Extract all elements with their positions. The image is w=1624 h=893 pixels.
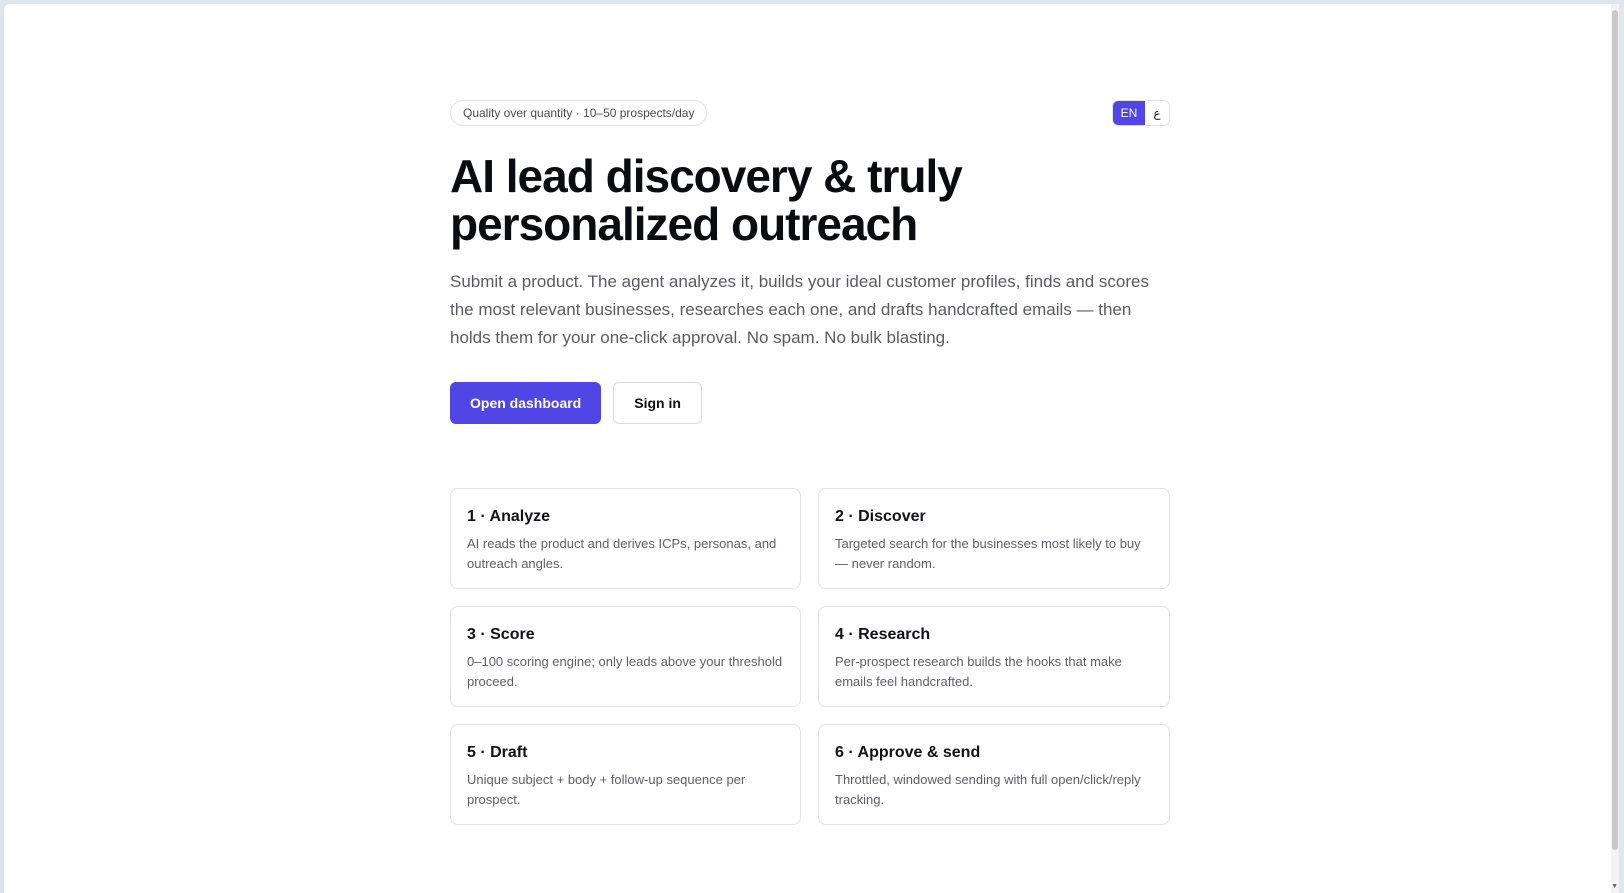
step-description: Targeted search for the businesses most … xyxy=(835,536,1141,571)
step-description: Throttled, windowed sending with full op… xyxy=(835,772,1141,807)
step-description: AI reads the product and derives ICPs, p… xyxy=(467,536,777,571)
step-card-analyze: 1 · Analyze AI reads the product and der… xyxy=(450,488,801,589)
scroll-down-arrow-icon[interactable]: ▼ xyxy=(1611,883,1618,891)
step-description: Unique subject + body + follow-up sequen… xyxy=(467,772,746,807)
step-card-research: 4 · Research Per-prospect research build… xyxy=(818,606,1170,707)
step-card-approve-send: 6 · Approve & send Throttled, windowed s… xyxy=(818,724,1170,825)
steps-grid: 1 · Analyze AI reads the product and der… xyxy=(450,488,1170,825)
hero-title: AI lead discovery & truly personalized o… xyxy=(450,150,963,250)
language-toggle: EN ع xyxy=(1112,100,1170,126)
tagline-badge: Quality over quantity · 10–50 prospects/… xyxy=(450,100,708,126)
step-title: 4 · Research xyxy=(835,626,931,643)
step-title: 3 · Score xyxy=(467,626,535,643)
scrollbar-thumb[interactable] xyxy=(1612,10,1618,850)
open-dashboard-button[interactable]: Open dashboard xyxy=(450,382,602,424)
step-card-score: 3 · Score 0–100 scoring engine; only lea… xyxy=(450,606,801,707)
step-description: Per-prospect research builds the hooks t… xyxy=(835,654,1122,689)
sign-in-button[interactable]: Sign in xyxy=(613,382,702,424)
top-bar: Quality over quantity · 10–50 prospects/… xyxy=(450,100,1170,126)
language-option-ar[interactable]: ع xyxy=(1145,101,1169,125)
step-card-draft: 5 · Draft Unique subject + body + follow… xyxy=(450,724,801,825)
vertical-scrollbar[interactable]: ▼ xyxy=(1611,4,1619,893)
language-option-en[interactable]: EN xyxy=(1113,101,1145,125)
hero-subtitle: Submit a product. The agent analyzes it,… xyxy=(450,272,1149,347)
step-title: 5 · Draft xyxy=(467,744,528,761)
step-card-discover: 2 · Discover Targeted search for the bus… xyxy=(818,488,1170,589)
landing-content: Quality over quantity · 10–50 prospects/… xyxy=(450,100,1170,825)
step-description: 0–100 scoring engine; only leads above y… xyxy=(467,654,783,689)
step-title: 1 · Analyze xyxy=(467,508,550,525)
browser-window: Quality over quantity · 10–50 prospects/… xyxy=(4,4,1619,893)
step-title: 2 · Discover xyxy=(835,508,926,525)
step-title: 6 · Approve & send xyxy=(835,744,981,761)
hero-actions: Open dashboard Sign in xyxy=(450,382,1170,424)
